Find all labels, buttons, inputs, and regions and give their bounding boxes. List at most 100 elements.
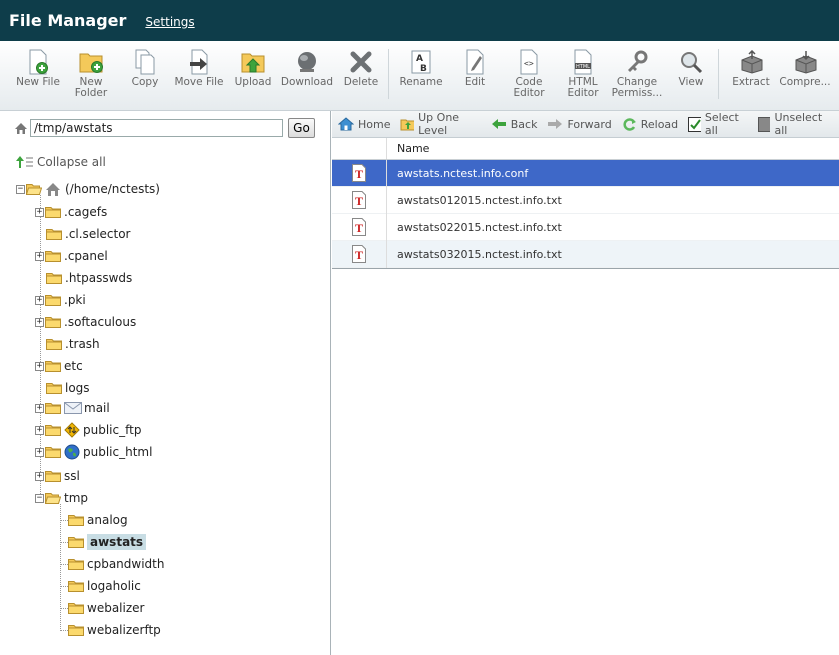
tree-node-tmp[interactable]: − tmp — [35, 487, 88, 509]
folder-icon — [45, 360, 61, 372]
tree-node-mail[interactable]: + mail — [35, 397, 110, 419]
extract-button[interactable]: Extract — [722, 49, 780, 88]
expand-toggle[interactable]: + — [35, 471, 44, 481]
up-one-level-label: Up One Level — [418, 111, 460, 137]
tree-node-htpasswds[interactable]: .htpasswds — [46, 267, 132, 289]
svg-text:<>: <> — [524, 59, 534, 68]
folder-icon — [46, 272, 62, 284]
tree-node-public-html[interactable]: + public_html — [35, 441, 152, 463]
expand-toggle[interactable]: + — [35, 425, 44, 435]
unselect-all-button[interactable]: Unselect all — [757, 111, 829, 137]
select-all-button[interactable]: Select all — [688, 111, 748, 137]
tree-node-label: .softaculous — [64, 315, 137, 329]
upload-button[interactable]: Upload — [224, 49, 282, 88]
permissions-icon — [625, 49, 649, 75]
folder-icon — [68, 536, 84, 548]
app-header: File Manager Settings — [0, 0, 839, 41]
html-editor-icon: HTML — [571, 49, 595, 75]
file-name: awstats022015.nctest.info.txt — [397, 220, 562, 234]
reload-button[interactable]: Reload — [622, 117, 678, 131]
forward-button[interactable]: Forward — [547, 118, 612, 131]
code-editor-button[interactable]: <> Code Editor — [500, 49, 558, 99]
table-row[interactable]: awstats032015.nctest.info.txt — [332, 240, 839, 268]
text-file-icon — [351, 218, 367, 236]
html-editor-label: HTML Editor — [567, 76, 599, 99]
edit-button[interactable]: Edit — [446, 49, 504, 88]
table-row[interactable]: awstats.nctest.info.conf — [332, 159, 839, 187]
home-button[interactable]: Home — [338, 117, 390, 131]
delete-button[interactable]: Delete — [332, 49, 390, 88]
view-button[interactable]: View — [662, 49, 720, 88]
tree-node-cpanel[interactable]: + .cpanel — [35, 245, 108, 267]
rename-label: Rename — [399, 76, 443, 88]
tree-node-etc[interactable]: + etc — [35, 355, 83, 377]
reload-icon — [623, 118, 636, 131]
move-file-icon — [187, 49, 211, 75]
delete-icon — [349, 49, 373, 75]
folder-icon — [68, 602, 84, 614]
svg-text:B: B — [420, 64, 427, 74]
tree-node-webalizerftp[interactable]: webalizerftp — [68, 619, 161, 641]
expand-toggle[interactable]: + — [35, 361, 44, 371]
expand-toggle[interactable]: + — [35, 207, 44, 217]
expand-toggle[interactable]: + — [35, 317, 44, 327]
expand-toggle[interactable]: + — [35, 403, 44, 413]
edit-label: Edit — [464, 76, 486, 88]
home-icon — [15, 122, 27, 134]
rename-icon: AB — [409, 49, 433, 75]
tree-node-webalizer[interactable]: webalizer — [68, 597, 144, 619]
tree-node-cpbandwidth[interactable]: cpbandwidth — [68, 553, 164, 575]
tree-node-awstats[interactable]: awstats — [68, 531, 147, 553]
expand-toggle[interactable]: + — [35, 251, 44, 261]
move-file-label: Move File — [174, 76, 224, 88]
folder-icon — [45, 316, 61, 328]
tree-node-public-ftp[interactable]: + public_ftp — [35, 419, 141, 441]
new-folder-button[interactable]: New Folder — [62, 49, 120, 99]
new-file-button[interactable]: New File — [9, 49, 67, 88]
toolbar-separator — [718, 49, 719, 99]
tree-root[interactable]: − (/home/nctests) — [16, 178, 160, 200]
expand-toggle[interactable]: + — [35, 295, 44, 305]
tree-node-softaculous[interactable]: + .softaculous — [35, 311, 136, 333]
name-column-header[interactable]: Name — [387, 138, 429, 159]
go-button[interactable]: Go — [288, 118, 315, 138]
compress-button[interactable]: Compre... — [776, 49, 834, 88]
tree-node-cagefs[interactable]: + .cagefs — [35, 201, 107, 223]
file-name: awstats.nctest.info.conf — [397, 166, 529, 180]
svg-text:A: A — [416, 54, 423, 64]
tree-node-label-selected: awstats — [87, 534, 147, 550]
copy-label: Copy — [131, 76, 159, 88]
change-permissions-label: Change Permiss... — [611, 76, 663, 99]
tree-node-ssl[interactable]: + ssl — [35, 465, 80, 487]
code-editor-label: Code Editor — [513, 76, 545, 99]
download-button[interactable]: Download — [278, 49, 336, 88]
change-permissions-button[interactable]: Change Permiss... — [608, 49, 666, 99]
html-editor-button[interactable]: HTML HTML Editor — [554, 49, 612, 99]
copy-button[interactable]: Copy — [116, 49, 174, 88]
up-one-level-button[interactable]: Up One Level — [400, 111, 480, 137]
move-file-button[interactable]: Move File — [170, 49, 228, 88]
tree-node-cl-selector[interactable]: .cl.selector — [46, 223, 131, 245]
tree-node-analog[interactable]: analog — [68, 509, 128, 531]
icon-column-header[interactable] — [332, 138, 387, 159]
collapse-toggle[interactable]: − — [16, 184, 25, 194]
path-input[interactable] — [30, 119, 283, 137]
collapse-all-link[interactable]: Collapse all — [16, 155, 106, 169]
rename-button[interactable]: AB Rename — [392, 49, 450, 88]
toolbar-separator — [388, 49, 389, 99]
copy-icon — [133, 49, 157, 75]
tree-node-logaholic[interactable]: logaholic — [68, 575, 141, 597]
collapse-toggle[interactable]: − — [35, 493, 44, 503]
tree-node-logs[interactable]: logs — [46, 377, 90, 399]
tree-node-trash[interactable]: .trash — [46, 333, 100, 355]
settings-link[interactable]: Settings — [145, 15, 194, 29]
table-row[interactable]: awstats012015.nctest.info.txt — [332, 186, 839, 214]
folder-icon — [46, 382, 62, 394]
table-row[interactable]: awstats022015.nctest.info.txt — [332, 213, 839, 241]
expand-toggle[interactable]: + — [35, 447, 44, 457]
checkbox-checked-icon — [688, 116, 701, 132]
upload-icon — [241, 49, 265, 75]
download-icon — [295, 49, 319, 75]
tree-node-pki[interactable]: + .pki — [35, 289, 86, 311]
back-button[interactable]: Back — [491, 118, 537, 131]
